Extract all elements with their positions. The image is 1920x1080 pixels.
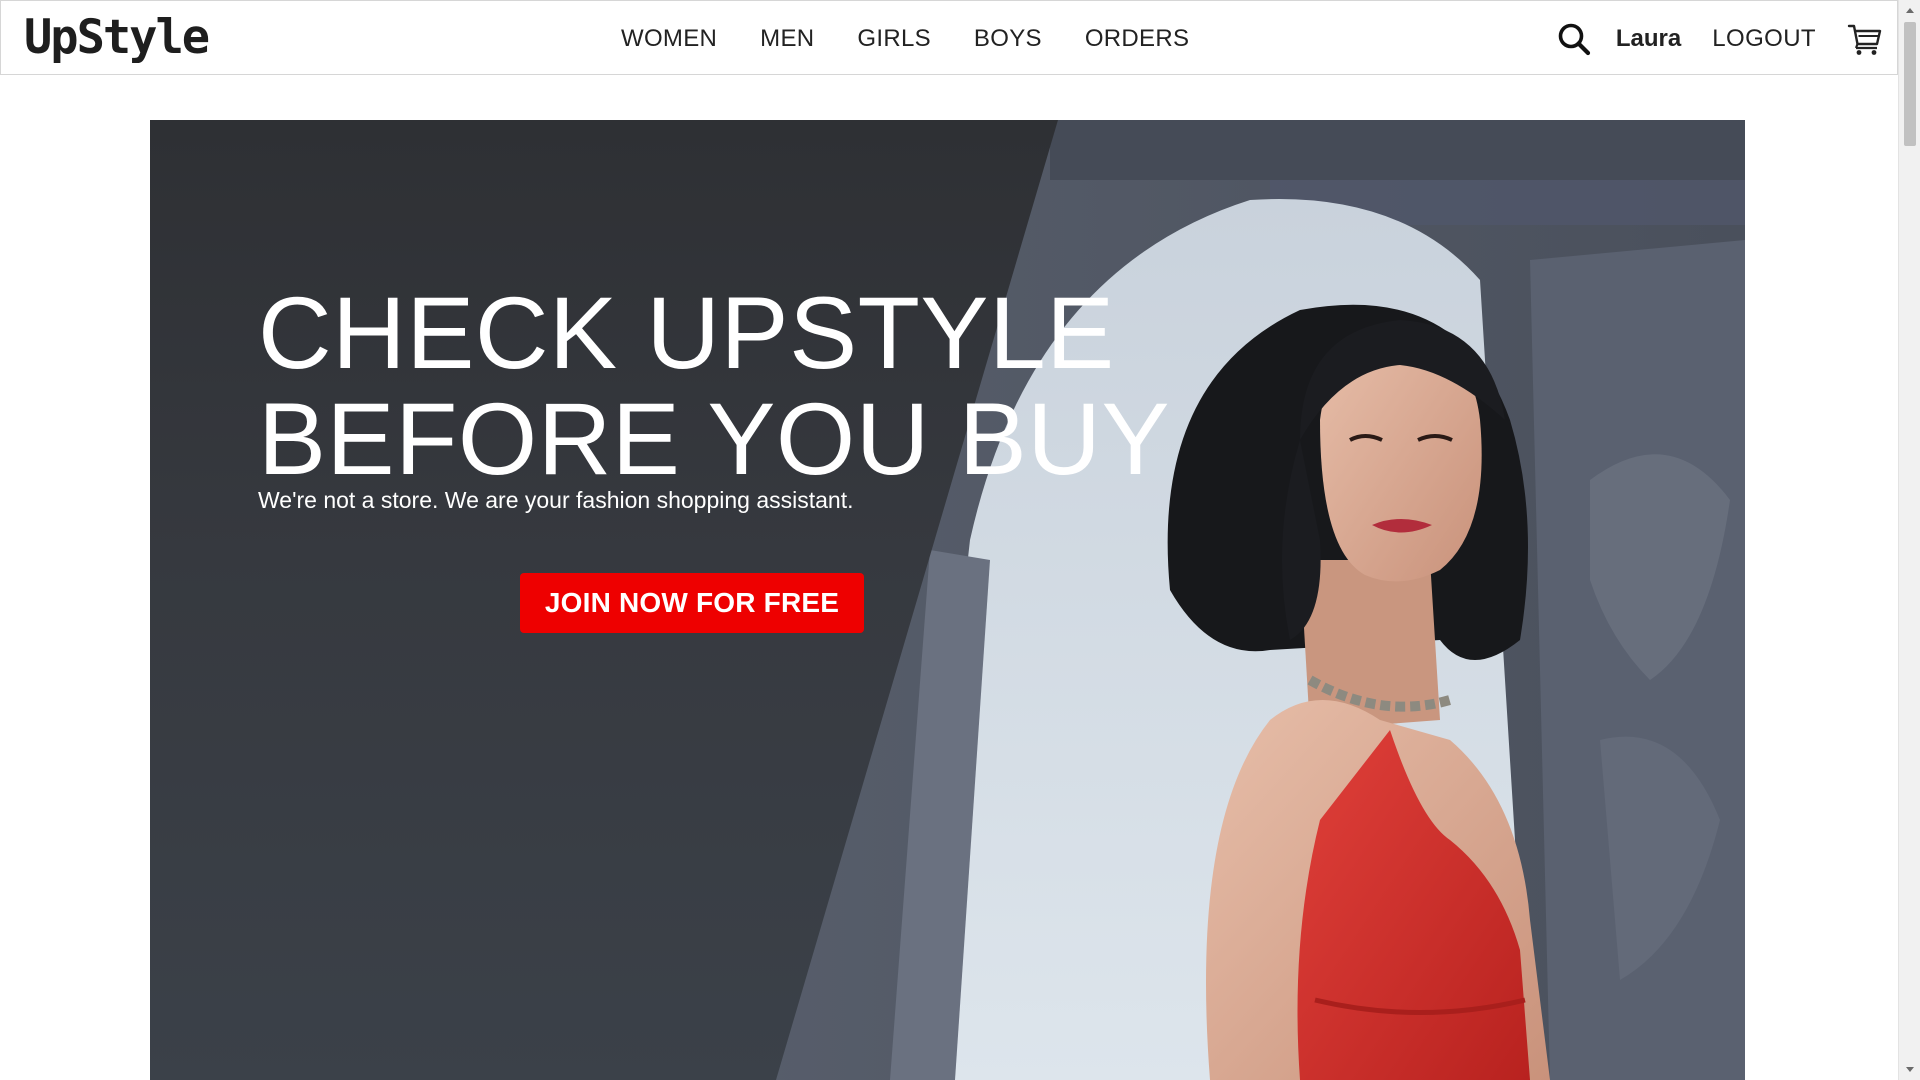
account-area: Laura LOGOUT [1556, 17, 1883, 61]
main-nav: WOMEN MEN GIRLS BOYS ORDERS [621, 23, 1232, 55]
hero-banner: CHECK UPSTYLE BEFORE YOU BUY We're not a… [150, 120, 1745, 1080]
logout-link[interactable]: LOGOUT [1712, 25, 1816, 53]
page: UpStyle WOMEN MEN GIRLS BOYS ORDERS Laur… [0, 0, 1920, 1080]
hero-title-line-2: BEFORE YOU BUY [258, 382, 1171, 496]
join-now-button[interactable]: JOIN NOW FOR FREE [520, 573, 864, 633]
hero-title-line-1: CHECK UPSTYLE [258, 276, 1115, 390]
brand-logo[interactable]: UpStyle [24, 11, 210, 65]
top-navbar: UpStyle WOMEN MEN GIRLS BOYS ORDERS Laur… [0, 0, 1898, 75]
scroll-up-arrow-icon[interactable] [1906, 8, 1914, 13]
hero-title: CHECK UPSTYLE BEFORE YOU BUY [258, 280, 1170, 492]
nav-boys[interactable]: BOYS [974, 23, 1042, 55]
user-name[interactable]: Laura [1616, 25, 1681, 53]
search-icon[interactable] [1556, 21, 1592, 57]
nav-orders[interactable]: ORDERS [1085, 23, 1189, 55]
nav-women[interactable]: WOMEN [621, 23, 717, 55]
nav-girls[interactable]: GIRLS [857, 23, 931, 55]
nav-men[interactable]: MEN [760, 23, 814, 55]
page-scrollbar[interactable] [1898, 0, 1920, 1080]
hero-subtitle: We're not a store. We are your fashion s… [258, 487, 854, 513]
scroll-down-arrow-icon[interactable] [1906, 1067, 1914, 1072]
cart-icon[interactable] [1847, 22, 1883, 56]
scroll-thumb[interactable] [1904, 22, 1916, 146]
